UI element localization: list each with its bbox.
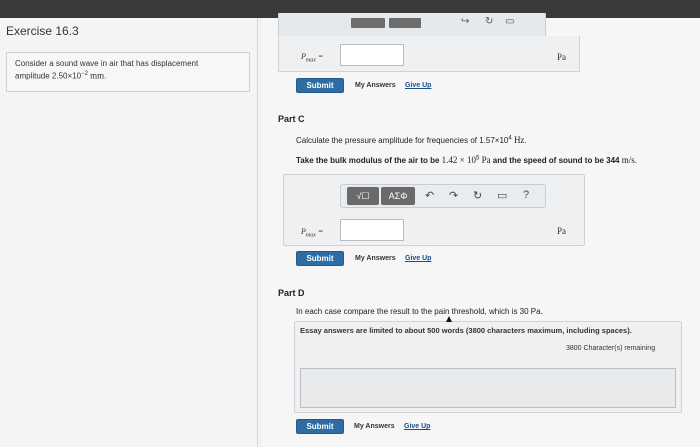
bulk-prefix: Take the bulk modulus of the air to be	[296, 156, 442, 165]
essay-limit-note: Essay answers are limited to about 500 w…	[300, 326, 632, 335]
var-subscript: max	[305, 232, 316, 239]
part-d-title: Part D	[278, 288, 305, 298]
bulk-unit: Pa	[481, 155, 491, 165]
part-c-math-toolbar: √☐ ΑΣΦ ↶ ↷ ↻ ▭ ?	[340, 184, 546, 208]
part-b-unit: Pa	[557, 52, 566, 62]
part-d-submit-button[interactable]: Submit	[296, 419, 344, 434]
symbols-button[interactable]	[389, 18, 421, 28]
help-icon[interactable]: ?	[523, 189, 529, 201]
reset-icon[interactable]: ↻	[473, 189, 482, 202]
part-c-question: Calculate the pressure amplitude for fre…	[296, 135, 527, 145]
period: .	[524, 136, 527, 145]
keyboard-icon[interactable]: ▭	[497, 189, 507, 202]
bulk-exponent: 5	[475, 155, 480, 162]
part-c-variable-label: Pmax =	[301, 227, 323, 239]
exercise-panel: Exercise 16.3 Consider a sound wave in a…	[0, 18, 258, 447]
part-b-answer-input[interactable]	[340, 44, 404, 66]
equals-sign: =	[317, 52, 324, 61]
part-c-unit: Pa	[557, 226, 566, 236]
part-c-submit-button[interactable]: Submit	[296, 251, 344, 266]
part-d-my-answers-link[interactable]: My Answers	[354, 423, 395, 430]
frequency-unit: Hz	[513, 135, 525, 145]
part-b-answer-area	[278, 36, 580, 72]
mouse-cursor-icon	[446, 316, 452, 322]
var-subscript: max	[305, 57, 316, 64]
reset-icon[interactable]: ↻	[485, 16, 493, 27]
amplitude-value: amplitude 2.50×10	[15, 71, 82, 81]
problem-statement: Consider a sound wave in air that has di…	[6, 52, 250, 92]
amplitude-unit: mm	[90, 70, 105, 81]
part-d-give-up-link[interactable]: Give Up	[404, 423, 430, 430]
redo-icon[interactable]: ↷	[449, 189, 458, 202]
part-b-variable-label: Pmax =	[301, 52, 323, 64]
exercise-title: Exercise 16.3	[6, 24, 79, 38]
part-c-title: Part C	[278, 114, 305, 124]
period: .	[634, 156, 637, 165]
period: .	[104, 71, 107, 81]
speed-text: and the speed of sound to be 344	[490, 156, 622, 165]
character-count: 3800 Character(s) remaining	[566, 345, 656, 352]
part-b-my-answers-link[interactable]: My Answers	[355, 82, 396, 89]
part-c-give-up-link[interactable]: Give Up	[405, 255, 431, 262]
problem-line2: amplitude 2.50×10−2 mm.	[15, 69, 241, 82]
essay-textarea[interactable]	[300, 368, 676, 408]
keyboard-icon[interactable]: ▭	[505, 16, 514, 27]
frequency-value: Calculate the pressure amplitude for fre…	[296, 136, 509, 145]
part-b-submit-button[interactable]: Submit	[296, 78, 344, 93]
redo-icon[interactable]: ↪	[461, 16, 469, 27]
undo-icon[interactable]: ↶	[425, 189, 434, 202]
part-b-give-up-link[interactable]: Give Up	[405, 82, 431, 89]
frequency-exponent: 4	[508, 135, 512, 142]
amplitude-exponent: −2	[81, 71, 88, 77]
part-d-question: In each case compare the result to the p…	[296, 307, 543, 316]
greek-symbols-button[interactable]: ΑΣΦ	[381, 187, 415, 205]
part-c-bulk-modulus: Take the bulk modulus of the air to be 1…	[296, 155, 637, 165]
part-c-answer-input[interactable]	[340, 219, 404, 241]
sqrt-template-button[interactable]: √☐	[347, 187, 379, 205]
bulk-value: 1.42 × 10	[441, 155, 476, 165]
equals-sign: =	[317, 227, 324, 236]
part-c-my-answers-link[interactable]: My Answers	[355, 255, 396, 262]
speed-unit: m/s	[621, 155, 635, 165]
template-button[interactable]	[351, 18, 385, 28]
problem-line1: Consider a sound wave in air that has di…	[15, 59, 199, 68]
